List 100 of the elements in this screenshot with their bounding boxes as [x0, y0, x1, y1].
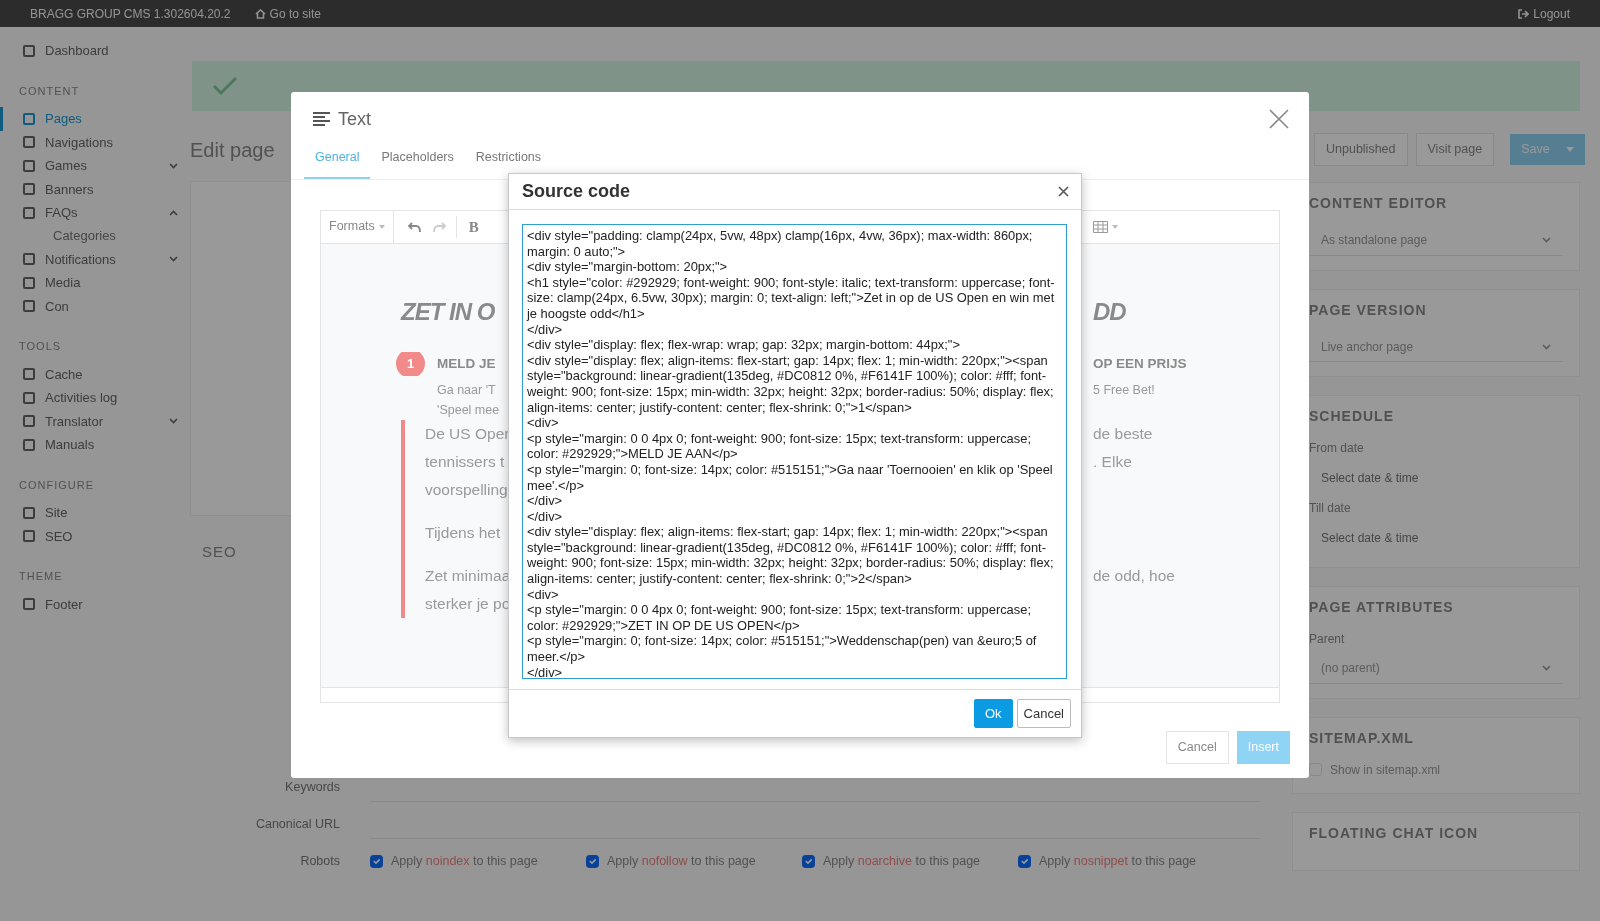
- sidebar-item[interactable]: Footer: [0, 592, 190, 616]
- chevron-up-icon: [169, 209, 178, 216]
- sidebar-item[interactable]: SEO: [0, 524, 190, 548]
- go-to-site-link[interactable]: Go to site: [254, 4, 321, 23]
- content-text: Tijdens het: [425, 523, 501, 541]
- chevron-down-icon: [1542, 237, 1551, 244]
- sidebar-item[interactable]: Media: [0, 271, 190, 295]
- table-grid-icon: [1093, 220, 1108, 233]
- sidebar-item[interactable]: Banners: [0, 177, 190, 201]
- checkbox[interactable]: [370, 855, 383, 868]
- square-icon: [23, 253, 35, 266]
- home-icon: [254, 8, 266, 19]
- checkbox-label: Apply nofollow to this page: [607, 853, 756, 871]
- action-button[interactable]: Unpublished: [1314, 133, 1408, 166]
- content-text: de beste: [1093, 424, 1153, 442]
- formats-dropdown[interactable]: Formats: [321, 210, 394, 244]
- close-icon: [1058, 186, 1069, 197]
- content-text: . Elke: [1093, 452, 1132, 470]
- content-text: 5 Free Bet!: [1093, 382, 1155, 397]
- bold-button[interactable]: B: [462, 214, 485, 239]
- step-heading: MELD JE: [437, 354, 496, 373]
- checkbox[interactable]: [586, 855, 599, 868]
- date-field[interactable]: Select date & time: [1309, 523, 1563, 554]
- field-label: Parent: [1309, 630, 1346, 648]
- square-icon: [23, 300, 35, 313]
- cancel-button[interactable]: Cancel: [1165, 730, 1229, 764]
- close-button[interactable]: [1269, 109, 1289, 129]
- sidebar-item[interactable]: Navigations: [0, 130, 190, 154]
- chevron-down-icon: [169, 418, 178, 425]
- code-editor-field[interactable]: <div style="padding: clamp(24px, 5vw, 48px) clamp(16px, 4vw, 36px); max-width: 860px; margin: 0 auto;"> <div style="margin-bottom: 20px;"> <h1 style="color: #292929; font-weight: 900; font-style: italic; text-transform: uppercase; font-size: clamp(24px, 6.5vw, 30px); margin: 0; text-align: left;">Zet in op de US Open en win met je hoogste odd</h1> </div> <div style="display: flex; flex-wrap: wrap; gap: 32px; margin-bottom: 44px;"> <div style="display: flex; align-items: flex-start; gap: 14px; flex: 1; min-width: 220px;"><span style="background: linear-gradient(135deg, #DC0812 0%, #F6141F 100%); color: #fff; font-weight: 900; font-size: 15px; min-width: 32px; height: 32px; border-radius: 50%; display: flex; align-items: center; justify-content: center; flex-shrink: 0;">1</span> <div> <p style="margin: 0 0 4px 0; font-weight: 900; font-size: 15px; text-transform: uppercase; color: #292929;">MELD JE AAN</p> <p style="margin: 0; font-size: 14px; color: #515151;">Ga naar 'Toernooien' en klik op 'Speel mee'.</p> </div> </div> <div style="display: flex; align-items: flex-start; gap: 14px; flex: 1; min-width: 220px;"><span style="background: linear-gradient(135deg, #DC0812 0%, #F6141F 100%); color: #fff; font-weight: 900; font-size: 15px; min-width: 32px; height: 32px; border-radius: 50%; display: flex; align-items: center; justify-content: center; flex-shrink: 0;">2</span> <div> <p style="margin: 0 0 4px 0; font-weight: 900; font-size: 15px; text-transform: uppercase; color: #292929;">ZET IN OP DE US OPEN</p> <p style="margin: 0; font-size: 14px; color: #515151;">Weddenschap(pen) van &euro;5 of meer.</p> </div>: [522, 224, 1067, 679]
- select-field[interactable]: As standalone page: [1309, 225, 1563, 256]
- checkbox[interactable]: [1018, 855, 1031, 868]
- logout-link[interactable]: Logout: [1518, 4, 1570, 23]
- square-icon: [23, 276, 35, 289]
- chevron-down-icon: [1542, 665, 1551, 672]
- action-button[interactable]: Visit page: [1415, 133, 1495, 166]
- date-field[interactable]: Select date & time: [1309, 463, 1563, 494]
- content-heading: ZET IN O: [401, 297, 495, 325]
- sidebar-item[interactable]: Translator: [0, 409, 190, 433]
- align-left-icon: [313, 112, 330, 126]
- card-heading: SCHEDULE: [1309, 408, 1395, 426]
- sidebar-item[interactable]: Categories: [0, 224, 190, 248]
- close-icon: [1269, 109, 1289, 129]
- dialog-title: Source code: [522, 180, 631, 203]
- redo-arrow-icon: [432, 222, 446, 234]
- field-label: Keywords: [284, 778, 341, 796]
- sidebar-item[interactable]: Site: [0, 501, 190, 525]
- sidebar-item[interactable]: Manuals: [0, 433, 190, 457]
- field-label: Canonical URL: [254, 815, 341, 833]
- sidebar-item[interactable]: Cache: [0, 362, 190, 386]
- tab[interactable]: Placeholders: [370, 142, 465, 179]
- step-number-badge: 1: [396, 351, 425, 376]
- field-label: From date: [1309, 440, 1365, 458]
- square-icon: [23, 415, 35, 428]
- square-icon: [23, 159, 35, 172]
- ok-button[interactable]: Ok: [973, 698, 1013, 729]
- card-heading: FLOATING CHAT ICON: [1309, 824, 1480, 842]
- sidebar-item[interactable]: Games: [0, 154, 190, 178]
- undo-arrow-icon: [407, 222, 421, 234]
- content-text: 'Speel mee: [437, 402, 500, 417]
- select-field[interactable]: Live anchor page: [1309, 332, 1563, 363]
- card-heading: SITEMAP.XML: [1309, 729, 1415, 747]
- square-icon: [23, 136, 35, 149]
- caret-icon: [1112, 224, 1118, 229]
- content-text: De US Oper: [425, 424, 509, 442]
- close-button[interactable]: [1058, 186, 1069, 197]
- field-label: Robots: [299, 853, 341, 871]
- caret-icon: [378, 224, 385, 229]
- caret-icon: [1565, 146, 1574, 152]
- content-heading: DD: [1093, 297, 1126, 325]
- chevron-down-icon: [169, 162, 178, 169]
- select-field[interactable]: (no parent): [1309, 653, 1563, 684]
- content-text: tennissers t: [425, 452, 505, 470]
- square-icon: [23, 506, 35, 519]
- chevron-down-icon: [1542, 343, 1551, 350]
- checkbox[interactable]: [802, 855, 815, 868]
- square-icon: [23, 598, 35, 611]
- cancel-button[interactable]: Cancel: [1016, 698, 1071, 729]
- square-icon: [23, 183, 35, 196]
- sidebar-item[interactable]: Activities log: [0, 386, 190, 410]
- sidebar-item[interactable]: Con: [0, 294, 190, 318]
- sidebar-item[interactable]: Notifications: [0, 247, 190, 271]
- tab[interactable]: Restrictions: [464, 142, 553, 179]
- sidebar-heading: THEME: [19, 569, 64, 584]
- tab[interactable]: General: [304, 142, 371, 179]
- card-heading: CONTENT EDITOR: [1309, 194, 1449, 212]
- page-title: Edit page: [190, 138, 275, 163]
- square-icon: [23, 206, 35, 219]
- field-label: Till date: [1309, 500, 1352, 518]
- content-text: voorspelling: [425, 480, 508, 498]
- chevron-down-icon: [169, 256, 178, 263]
- square-icon: [23, 44, 35, 57]
- square-icon: [23, 438, 35, 451]
- sidebar-item[interactable]: Dashboard: [0, 39, 190, 63]
- sidebar-item[interactable]: FAQs: [0, 201, 190, 225]
- section-heading: SEO: [202, 542, 237, 562]
- checkbox-label: Apply nosnippet to this page: [1039, 853, 1197, 871]
- card-heading: PAGE ATTRIBUTES: [1309, 599, 1455, 616]
- sidebar-item[interactable]: Pages: [0, 107, 190, 131]
- square-icon: [23, 368, 35, 381]
